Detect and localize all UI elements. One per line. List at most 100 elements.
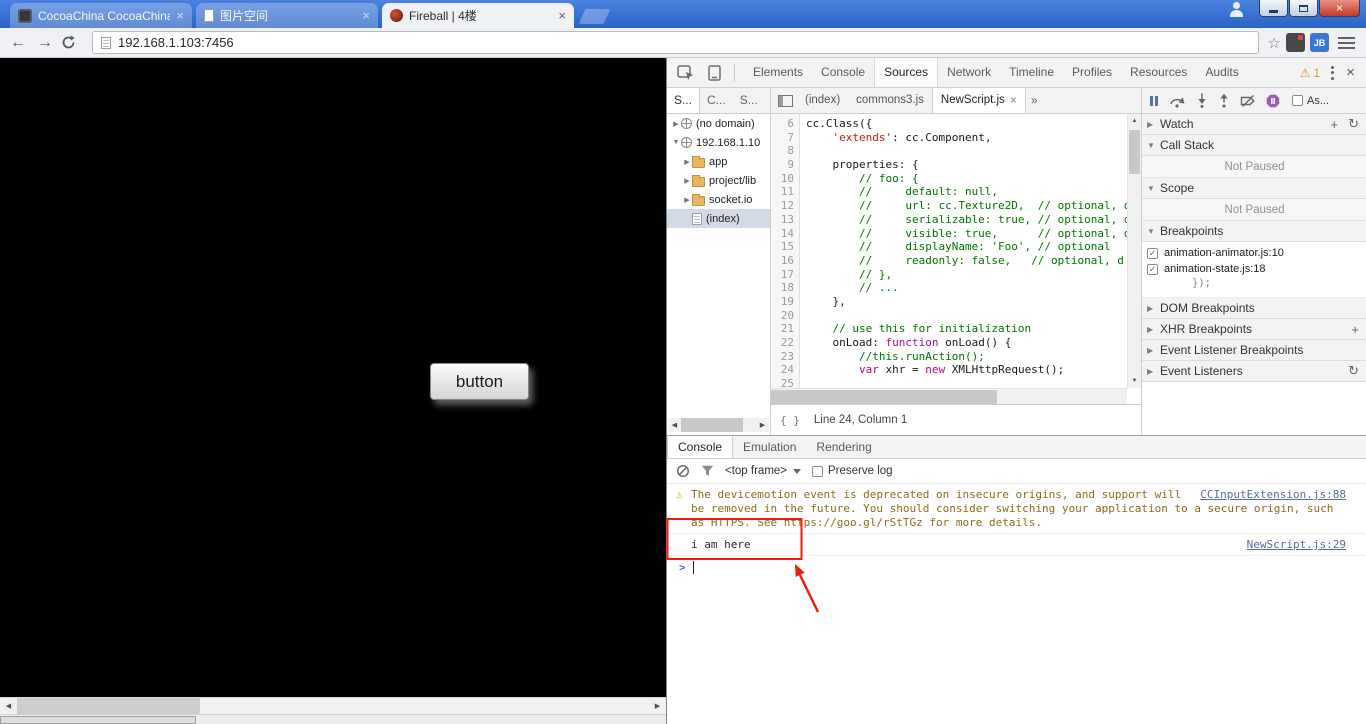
devtools-tab-elements[interactable]: Elements [744, 58, 812, 87]
tree-item-socket-io[interactable]: ▶ socket.io [667, 190, 770, 209]
editor-horizontal-scrollbar[interactable] [771, 388, 1127, 404]
line-number[interactable]: 19 [771, 295, 794, 309]
step-out-icon[interactable] [1218, 93, 1230, 108]
tree-item-app[interactable]: ▶ app [667, 152, 770, 171]
dom-breakpoints-section-header[interactable]: ▶ DOM Breakpoints [1142, 298, 1366, 319]
menu-icon[interactable] [1338, 36, 1355, 49]
add-watch-icon[interactable]: + [1328, 117, 1342, 132]
preserve-log-checkbox[interactable]: Preserve log [812, 465, 893, 477]
extension-icon[interactable] [1286, 33, 1305, 52]
line-number[interactable]: 25 [771, 377, 794, 388]
line-number[interactable]: 13 [771, 213, 794, 227]
line-number[interactable]: 7 [771, 131, 794, 145]
line-number[interactable]: 15 [771, 240, 794, 254]
editor-vertical-scrollbar[interactable]: ▲ ▼ [1127, 114, 1141, 388]
device-mode-icon[interactable] [701, 61, 727, 85]
minimize-button[interactable] [1259, 0, 1288, 17]
address-bar[interactable]: 192.168.1.103:7456 [92, 31, 1259, 54]
toggle-navigator-icon[interactable] [778, 94, 793, 107]
scroll-left-icon[interactable]: ◀ [668, 418, 681, 432]
close-tab-icon[interactable]: × [1010, 88, 1017, 113]
line-number[interactable]: 12 [771, 199, 794, 213]
line-number[interactable]: 22 [771, 336, 794, 350]
more-options-icon[interactable] [1331, 65, 1335, 81]
drawer-tab-console[interactable]: Console [667, 436, 734, 458]
breakpoint-item[interactable]: ✓ animation-animator.js:10 [1142, 245, 1366, 261]
devtools-tab-resources[interactable]: Resources [1121, 58, 1196, 87]
filter-icon[interactable] [701, 465, 714, 477]
breakpoint-item[interactable]: ✓ animation-state.js:18 [1142, 261, 1366, 277]
console-prompt[interactable]: > [667, 556, 1366, 574]
devtools-tab-timeline[interactable]: Timeline [1000, 58, 1063, 87]
scrollbar-thumb[interactable] [17, 698, 200, 714]
devtools-tab-network[interactable]: Network [938, 58, 1000, 87]
page-horizontal-scrollbar[interactable]: ◀ ▶ [0, 697, 666, 714]
breakpoint-checkbox[interactable]: ✓ [1147, 263, 1158, 275]
line-number[interactable]: 11 [771, 185, 794, 199]
browser-tab-image-space[interactable]: 图片空间 × [196, 3, 378, 28]
watch-section-header[interactable]: ▶ Watch + ↻ [1142, 114, 1366, 135]
pretty-print-icon[interactable]: { } [780, 414, 800, 427]
inspect-element-icon[interactable] [673, 61, 699, 85]
scrollbar-thumb[interactable] [1129, 130, 1140, 174]
expand-icon[interactable]: ▶ [682, 158, 692, 166]
editor-tab-commons3[interactable]: commons3.js [848, 88, 932, 113]
close-tab-icon[interactable]: × [362, 8, 370, 23]
refresh-watch-icon[interactable]: ↻ [1345, 116, 1362, 132]
back-button[interactable]: ← [7, 34, 29, 51]
scrollbar-thumb[interactable] [771, 390, 997, 404]
line-number[interactable]: 18 [771, 281, 794, 295]
scroll-down-icon[interactable]: ▼ [1128, 374, 1141, 388]
line-number[interactable]: 23 [771, 350, 794, 364]
scrollbar-thumb[interactable] [0, 716, 196, 724]
browser-tab-fireball[interactable]: Fireball | 4楼 × [382, 3, 574, 28]
browser-tab-cocoachina[interactable]: CocoaChina CocoaChina... × [10, 3, 192, 28]
scrollbar-thumb[interactable] [681, 418, 743, 432]
async-checkbox[interactable]: As... [1292, 95, 1329, 107]
expand-icon[interactable]: ▶ [682, 177, 692, 185]
reload-button[interactable] [61, 35, 83, 50]
editor-tab-index[interactable]: (index) [797, 88, 848, 113]
navigator-tab-sources[interactable]: S... [667, 88, 701, 113]
event-listener-breakpoints-section-header[interactable]: ▶ Event Listener Breakpoints [1142, 340, 1366, 361]
pause-script-icon[interactable] [1149, 95, 1159, 107]
drawer-tab-emulation[interactable]: Emulation [733, 436, 806, 458]
jb-extension-icon[interactable]: JB [1310, 33, 1329, 52]
close-devtools-icon[interactable]: × [1346, 64, 1355, 81]
close-window-button[interactable]: × [1319, 0, 1360, 17]
collapse-icon[interactable]: ▼ [671, 139, 681, 146]
devtools-tab-sources[interactable]: Sources [874, 58, 939, 87]
line-number[interactable]: 8 [771, 144, 794, 158]
forward-button[interactable]: → [34, 34, 56, 51]
warnings-badge[interactable]: ⚠ 1 [1300, 66, 1320, 80]
scroll-left-icon[interactable]: ◀ [0, 698, 17, 714]
line-number[interactable]: 16 [771, 254, 794, 268]
line-number[interactable]: 21 [771, 322, 794, 336]
message-source-link[interactable]: CCInputExtension.js:88 [1200, 488, 1346, 502]
tree-item--no-domain-[interactable]: ▶ (no domain) [667, 114, 770, 133]
devtools-tab-audits[interactable]: Audits [1196, 58, 1247, 87]
breakpoints-section-header[interactable]: ▼ Breakpoints [1142, 221, 1366, 242]
checkbox-icon[interactable] [812, 465, 824, 477]
clear-console-icon[interactable] [676, 464, 690, 478]
expand-icon[interactable]: ▶ [682, 196, 692, 204]
navigator-scrollbar[interactable]: ◀ ▶ [668, 418, 769, 432]
xhr-breakpoints-section-header[interactable]: ▶ XHR Breakpoints + [1142, 319, 1366, 340]
devtools-tab-profiles[interactable]: Profiles [1063, 58, 1121, 87]
call-stack-section-header[interactable]: ▼ Call Stack [1142, 135, 1366, 156]
close-tab-icon[interactable]: × [176, 8, 184, 23]
tree-item-project-lib[interactable]: ▶ project/lib [667, 171, 770, 190]
bookmark-star-icon[interactable]: ☆ [1268, 34, 1281, 52]
tree-item--index-[interactable]: (index) [667, 209, 770, 228]
new-tab-button[interactable] [578, 9, 611, 24]
drawer-tab-rendering[interactable]: Rendering [806, 436, 881, 458]
refresh-event-listeners-icon[interactable]: ↻ [1345, 363, 1362, 379]
message-source-link[interactable]: NewScript.js:29 [1247, 538, 1346, 552]
line-number[interactable]: 17 [771, 268, 794, 282]
line-number[interactable]: 20 [771, 309, 794, 323]
breakpoint-checkbox[interactable]: ✓ [1147, 247, 1158, 259]
event-listeners-section-header[interactable]: ▶ Event Listeners ↻ [1142, 361, 1366, 382]
editor-tab-newscript[interactable]: NewScript.js × [931, 88, 1026, 113]
add-xhr-breakpoint-icon[interactable]: + [1348, 322, 1362, 337]
navigator-tab-snippets[interactable]: S... [733, 88, 765, 113]
